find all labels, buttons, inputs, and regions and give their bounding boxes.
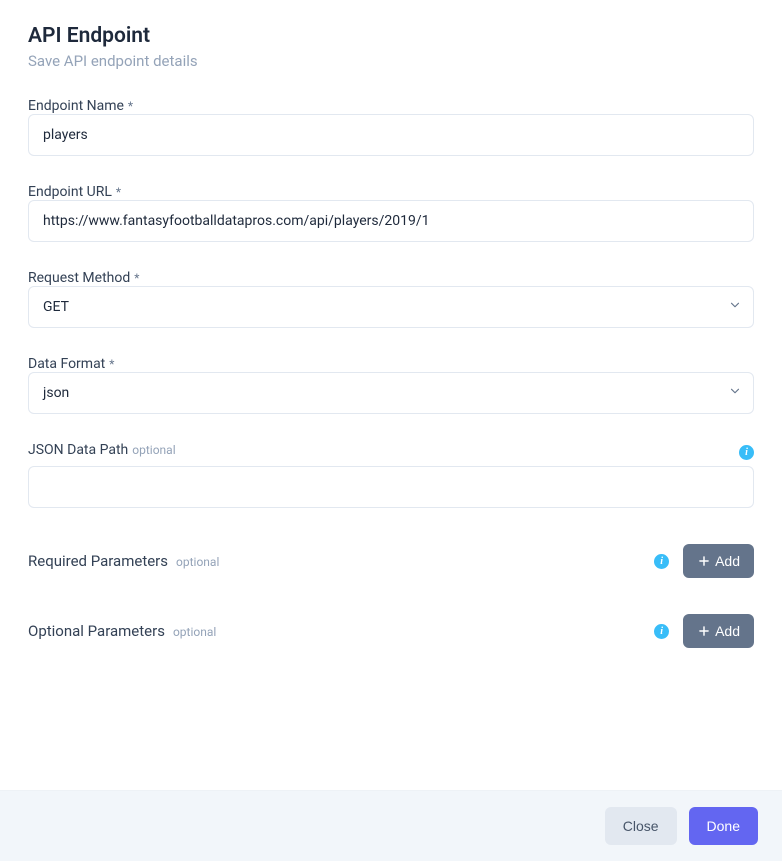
info-icon[interactable]: i xyxy=(739,445,754,460)
section-text: Required Parameters xyxy=(28,552,168,570)
required-marker: * xyxy=(128,99,133,113)
input-endpoint-name[interactable] xyxy=(28,114,754,156)
footer: Close Done xyxy=(0,790,782,861)
done-button[interactable]: Done xyxy=(689,807,758,845)
add-required-param-button[interactable]: Add xyxy=(683,544,754,578)
label-text: JSON Data Path xyxy=(28,442,128,458)
optional-marker: optional xyxy=(176,555,219,569)
page-subtitle: Save API endpoint details xyxy=(28,52,754,70)
label-request-method: Request Method * xyxy=(28,270,754,286)
label-endpoint-name: Endpoint Name * xyxy=(28,98,754,114)
label-text: Endpoint Name xyxy=(28,98,124,114)
label-text: Data Format xyxy=(28,356,105,372)
required-marker: * xyxy=(134,271,139,285)
add-button-label: Add xyxy=(715,623,740,639)
required-marker: * xyxy=(116,185,121,199)
label-optional-parameters: Optional Parameters optional xyxy=(28,622,216,640)
section-text: Optional Parameters xyxy=(28,622,165,640)
label-data-format: Data Format * xyxy=(28,356,754,372)
optional-marker: optional xyxy=(173,625,216,639)
select-data-format[interactable]: json xyxy=(28,372,754,414)
add-button-label: Add xyxy=(715,553,740,569)
page-title: API Endpoint xyxy=(28,24,754,48)
label-text: Endpoint URL xyxy=(28,184,112,200)
select-request-method[interactable]: GET xyxy=(28,286,754,328)
optional-marker: optional xyxy=(132,443,175,457)
input-endpoint-url[interactable] xyxy=(28,200,754,242)
label-text: Request Method xyxy=(28,270,130,286)
label-endpoint-url: Endpoint URL * xyxy=(28,184,754,200)
label-required-parameters: Required Parameters optional xyxy=(28,552,219,570)
info-icon[interactable]: i xyxy=(654,554,669,569)
input-json-data-path[interactable] xyxy=(28,466,754,508)
required-marker: * xyxy=(109,357,114,371)
label-json-data-path: JSON Data Path optional xyxy=(28,442,176,458)
select-value: json xyxy=(43,385,69,401)
select-value: GET xyxy=(43,299,69,315)
close-button[interactable]: Close xyxy=(605,807,677,845)
info-icon[interactable]: i xyxy=(654,624,669,639)
plus-icon xyxy=(697,554,711,568)
plus-icon xyxy=(697,624,711,638)
add-optional-param-button[interactable]: Add xyxy=(683,614,754,648)
